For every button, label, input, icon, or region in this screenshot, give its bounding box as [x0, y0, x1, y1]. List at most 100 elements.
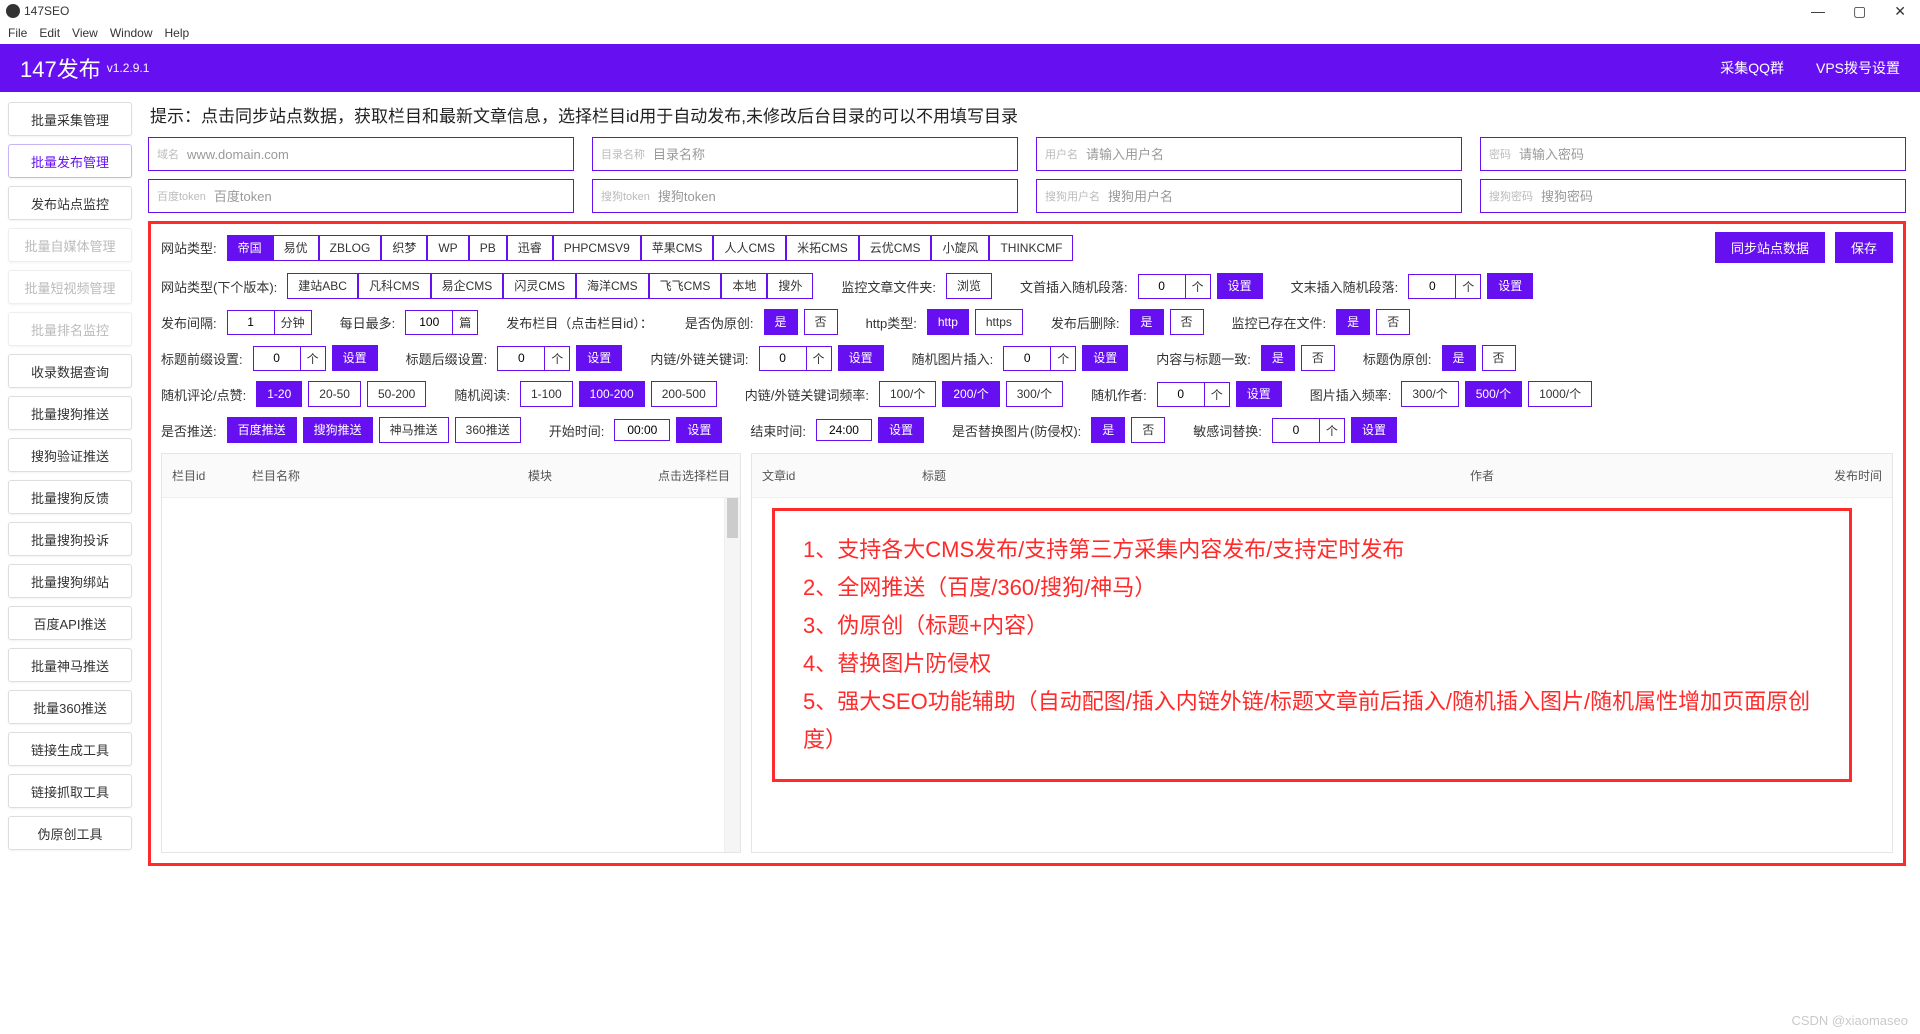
inputs1-input-3[interactable] [1519, 147, 1897, 162]
tail-set-button[interactable]: 设置 [1487, 273, 1533, 299]
sidebar-item-11[interactable]: 批量搜狗绑站 [8, 564, 132, 598]
cms-next-option-本地[interactable]: 本地 [721, 273, 767, 299]
cms-option-云优CMS[interactable]: 云优CMS [859, 235, 932, 261]
end-time-input[interactable] [816, 419, 872, 441]
sidebar-item-10[interactable]: 批量搜狗投诉 [8, 522, 132, 556]
art-title-header[interactable]: 标题 [912, 467, 1192, 484]
art-author-header[interactable]: 作者 [1192, 467, 1772, 484]
start-set[interactable]: 设置 [676, 417, 722, 443]
window-minimize[interactable]: — [1811, 3, 1825, 20]
replace-yes[interactable]: 是 [1091, 417, 1125, 443]
cms-option-PB[interactable]: PB [469, 235, 507, 261]
cms-option-帝国[interactable]: 帝国 [227, 235, 273, 261]
title-pseudo-yes[interactable]: 是 [1442, 345, 1476, 371]
img-freq-300[interactable]: 300/个 [1401, 381, 1458, 407]
sidebar-item-6[interactable]: 收录数据查询 [8, 354, 132, 388]
link-qq-group[interactable]: 采集QQ群 [1720, 58, 1784, 78]
exist-no[interactable]: 否 [1376, 309, 1410, 335]
end-set[interactable]: 设置 [878, 417, 924, 443]
art-id-header[interactable]: 文章id [752, 467, 912, 484]
inputs2-input-1[interactable] [658, 189, 1009, 204]
menu-help[interactable]: Help [165, 26, 190, 40]
scrollbar[interactable] [724, 498, 740, 852]
link-kw-set[interactable]: 设置 [838, 345, 884, 371]
menu-view[interactable]: View [72, 26, 98, 40]
link-kw-input[interactable] [759, 346, 807, 371]
interval-input[interactable] [227, 310, 275, 335]
cms-next-option-凡科CMS[interactable]: 凡科CMS [358, 273, 431, 299]
pseudo-yes[interactable]: 是 [764, 309, 798, 335]
rand-img-set[interactable]: 设置 [1082, 345, 1128, 371]
author-set[interactable]: 设置 [1236, 381, 1282, 407]
cms-option-人人CMS[interactable]: 人人CMS [713, 235, 786, 261]
inputs1-input-2[interactable] [1086, 147, 1453, 162]
cms-next-option-飞飞CMS[interactable]: 飞飞CMS [649, 273, 722, 299]
replace-no[interactable]: 否 [1131, 417, 1165, 443]
sidebar-item-8[interactable]: 搜狗验证推送 [8, 438, 132, 472]
window-maximize[interactable]: ▢ [1853, 3, 1866, 20]
delete-no[interactable]: 否 [1170, 309, 1204, 335]
sidebar-item-15[interactable]: 链接生成工具 [8, 732, 132, 766]
push-shenma[interactable]: 神马推送 [379, 417, 449, 443]
suffix-set[interactable]: 设置 [576, 345, 622, 371]
sensitive-input[interactable] [1272, 418, 1320, 443]
cms-next-option-建站ABC[interactable]: 建站ABC [287, 273, 358, 299]
cms-option-迅睿[interactable]: 迅睿 [507, 235, 553, 261]
sidebar-item-0[interactable]: 批量采集管理 [8, 102, 132, 136]
inputs1-input-0[interactable] [187, 147, 565, 162]
inputs1-input-1[interactable] [653, 147, 1009, 162]
cms-option-织梦[interactable]: 织梦 [381, 235, 427, 261]
browse-button[interactable]: 浏览 [946, 273, 992, 299]
title-pseudo-no[interactable]: 否 [1482, 345, 1516, 371]
cms-next-option-易企CMS[interactable]: 易企CMS [431, 273, 504, 299]
pseudo-no[interactable]: 否 [804, 309, 838, 335]
menu-window[interactable]: Window [110, 26, 153, 40]
exist-yes[interactable]: 是 [1336, 309, 1370, 335]
inputs2-input-3[interactable] [1541, 189, 1897, 204]
read-1-100[interactable]: 1-100 [520, 381, 573, 407]
cms-option-苹果CMS[interactable]: 苹果CMS [641, 235, 714, 261]
rand-img-input[interactable] [1003, 346, 1051, 371]
col-select-header[interactable]: 点击选择栏目 [562, 467, 740, 484]
col-id-header[interactable]: 栏目id [162, 467, 242, 484]
kw-freq-200[interactable]: 200/个 [942, 381, 999, 407]
col-module-header[interactable]: 模块 [402, 467, 562, 484]
img-freq-1000[interactable]: 1000/个 [1528, 381, 1592, 407]
cms-option-小旋风[interactable]: 小旋风 [931, 235, 989, 261]
delete-yes[interactable]: 是 [1130, 309, 1164, 335]
cms-next-option-搜外[interactable]: 搜外 [767, 273, 813, 299]
kw-freq-300[interactable]: 300/个 [1006, 381, 1063, 407]
cms-option-易优[interactable]: 易优 [273, 235, 319, 261]
sync-site-button[interactable]: 同步站点数据 [1715, 232, 1825, 263]
sidebar-item-14[interactable]: 批量360推送 [8, 690, 132, 724]
read-200-500[interactable]: 200-500 [651, 381, 717, 407]
sidebar-item-1[interactable]: 批量发布管理 [8, 144, 132, 178]
start-time-input[interactable] [614, 419, 670, 441]
tail-insert-input[interactable] [1408, 274, 1456, 299]
push-360[interactable]: 360推送 [455, 417, 521, 443]
comment-1-20[interactable]: 1-20 [256, 381, 302, 407]
menu-file[interactable]: File [8, 26, 27, 40]
same-yes[interactable]: 是 [1261, 345, 1295, 371]
head-set-button[interactable]: 设置 [1217, 273, 1263, 299]
kw-freq-100[interactable]: 100/个 [879, 381, 936, 407]
https-option[interactable]: https [975, 309, 1023, 335]
cms-option-PHPCMSV9[interactable]: PHPCMSV9 [553, 235, 641, 261]
menu-edit[interactable]: Edit [39, 26, 60, 40]
comment-20-50[interactable]: 20-50 [308, 381, 361, 407]
img-freq-500[interactable]: 500/个 [1465, 381, 1522, 407]
daily-max-input[interactable] [405, 310, 453, 335]
prefix-set[interactable]: 设置 [332, 345, 378, 371]
push-baidu[interactable]: 百度推送 [227, 417, 297, 443]
inputs2-input-2[interactable] [1108, 189, 1453, 204]
head-insert-input[interactable] [1138, 274, 1186, 299]
same-no[interactable]: 否 [1301, 345, 1335, 371]
author-input[interactable] [1157, 382, 1205, 407]
suffix-input[interactable] [497, 346, 545, 371]
read-100-200[interactable]: 100-200 [579, 381, 645, 407]
window-close[interactable]: ✕ [1894, 3, 1906, 20]
http-option[interactable]: http [927, 309, 969, 335]
sidebar-item-9[interactable]: 批量搜狗反馈 [8, 480, 132, 514]
push-sogou[interactable]: 搜狗推送 [303, 417, 373, 443]
inputs2-input-0[interactable] [214, 189, 565, 204]
